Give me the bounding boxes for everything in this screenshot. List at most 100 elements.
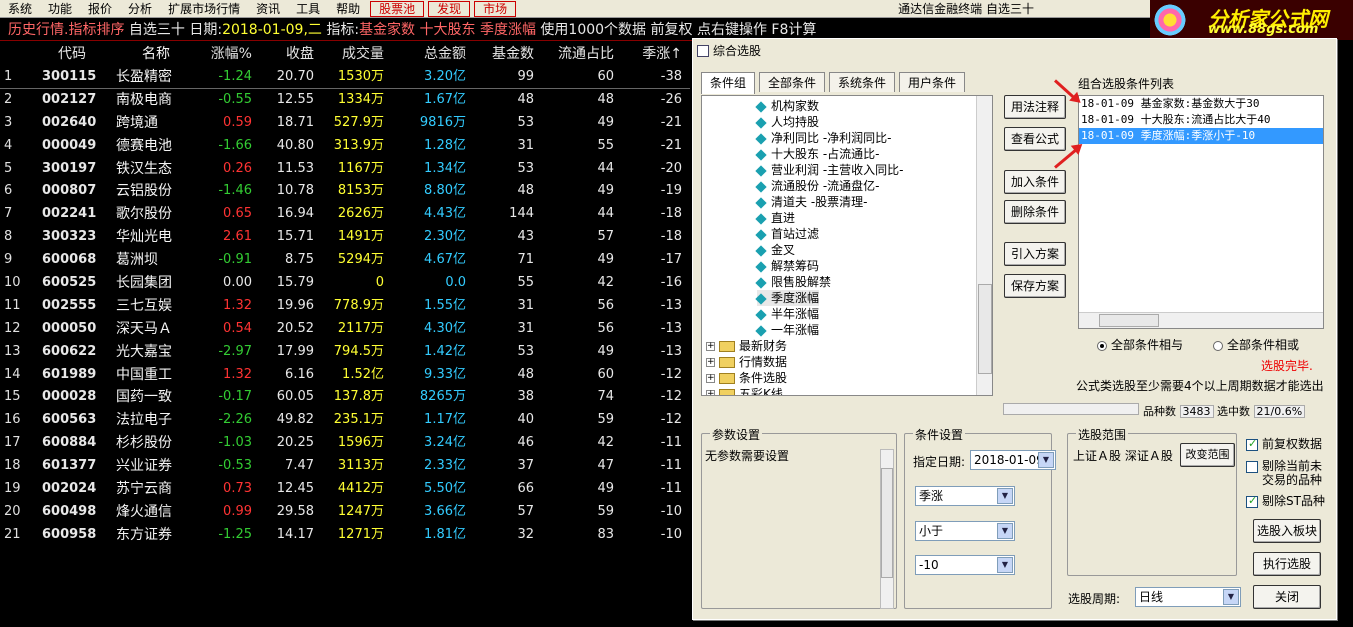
chevron-down-icon[interactable]: ▼ [997,557,1013,573]
condition-item[interactable]: 18-01-09 十大股东:流通占比大于40 [1079,112,1323,128]
hscroll-thumb[interactable] [1099,314,1159,327]
tree-folder[interactable]: + 五彩K线 [706,386,783,395]
expand-icon[interactable]: + [706,374,715,383]
tree-condition-item[interactable]: 人均持股 [755,114,819,130]
menu-help[interactable]: 帮助 [328,0,368,18]
import-plan-button[interactable]: 引入方案 [1004,242,1066,266]
delete-condition-button[interactable]: 删除条件 [1004,200,1066,224]
operator-select[interactable]: 小于 ▼ [915,521,1015,541]
expand-icon[interactable]: + [706,342,715,351]
table-row[interactable]: 18 601377 兴业证券 -0.53 7.47 3113万 2.33亿 37 47 -11 [0,455,690,478]
table-row[interactable]: 10 600525 长园集团 0.00 15.79 0 0.0 55 42 -16 [0,272,690,295]
table-row[interactable]: 14 601989 中国重工 1.32 6.16 1.52亿 9.33亿 48 60 -12 [0,364,690,387]
tree-condition-item[interactable]: 解禁筹码 [755,258,819,274]
tree-condition-item[interactable]: 净利同比 -净利润同比- [755,130,891,146]
menu-market[interactable]: 市场 [474,0,517,17]
field-select[interactable]: 季涨 ▼ [915,486,1015,506]
header-volume[interactable]: 成交量 [316,43,384,66]
tab-user-conditions[interactable]: 用户条件 [899,72,966,92]
tree-folder[interactable]: + 行情数据 [706,354,787,370]
header-code[interactable]: 代码 [42,43,102,66]
header-change[interactable]: 涨幅% [196,43,252,66]
table-row[interactable]: 19 002024 苏宁云商 0.73 12.45 4412万 5.50亿 66 49 -11 [0,478,690,501]
tab-all-conditions[interactable]: 全部条件 [759,72,826,92]
table-row[interactable]: 11 002555 三七互娱 1.32 19.96 778.9万 1.55亿 31 56 -13 [0,295,690,318]
header-float-ratio[interactable]: 流通占比 [550,43,614,66]
add-condition-button[interactable]: 加入条件 [1004,170,1066,194]
radio-all-and[interactable]: 全部条件相与 [1097,336,1183,353]
header-close[interactable]: 收盘 [256,43,314,66]
menu-analysis[interactable]: 分析 [120,0,160,18]
tree-condition-item[interactable]: 流通股份 -流通盘亿- [755,178,879,194]
condition-list-hscrollbar[interactable] [1079,312,1323,328]
tree-condition-item[interactable]: 金叉 [755,242,795,258]
tree-condition-item[interactable]: 限售股解禁 [755,274,831,290]
tree-condition-item[interactable]: 清道夫 -股票清理- [755,194,867,210]
menu-extended-market[interactable]: 扩展市场行情 [160,0,248,18]
adjusted-data-checkbox[interactable]: 前复权数据 [1246,435,1322,452]
close-button[interactable]: 关闭 [1253,585,1321,609]
condition-item[interactable]: 18-01-09 基金家数:基金数大于30 [1079,96,1323,112]
tree-condition-item[interactable]: 十大股东 -占流通比- [755,146,879,162]
header-fund-count[interactable]: 基金数 [476,43,534,66]
date-picker[interactable]: 2018-01-09 ▼ [970,450,1056,470]
chevron-down-icon[interactable]: ▼ [1038,452,1054,468]
menu-news[interactable]: 资讯 [248,0,288,18]
execute-button[interactable]: 执行选股 [1253,552,1321,576]
tree-condition-item[interactable]: 直进 [755,210,795,226]
table-row[interactable]: 2 002127 南极电商 -0.55 12.55 1334万 1.67亿 48 48 -26 [0,89,690,112]
chevron-down-icon[interactable]: ▼ [1223,589,1239,605]
period-select[interactable]: 日线 ▼ [1135,587,1241,607]
table-row[interactable]: 7 002241 歌尔股份 0.65 16.94 2626万 4.43亿 144 44 -18 [0,203,690,226]
tree-scroll-thumb[interactable] [978,284,992,374]
table-row[interactable]: 16 600563 法拉电子 -2.26 49.82 235.1万 1.17亿 40 59 -12 [0,409,690,432]
table-row[interactable]: 12 000050 深天马Ａ 0.54 20.52 2117万 4.30亿 31 56 -13 [0,318,690,341]
table-row[interactable]: 1 300115 长盈精密 -1.24 20.70 1530万 3.20亿 99 60 -38 [0,66,690,89]
chevron-down-icon[interactable]: ▼ [997,523,1013,539]
to-block-button[interactable]: 选股入板块 [1253,519,1321,543]
table-row[interactable]: 15 000028 国药一致 -0.17 60.05 137.8万 8265万 38 74 -12 [0,386,690,409]
table-row[interactable]: 5 300197 铁汉生态 0.26 11.53 1167万 1.34亿 53 44 -20 [0,158,690,181]
tree-condition-item[interactable]: 机构家数 [755,98,819,114]
condition-item-selected[interactable]: 18-01-09 季度涨幅:季涨小于-10 [1079,128,1323,144]
param-scroll-thumb[interactable] [881,468,893,578]
menu-stock-pool[interactable]: 股票池 [370,0,425,17]
expand-icon[interactable]: + [706,390,715,395]
table-row[interactable]: 20 600498 烽火通信 0.99 29.58 1247万 3.66亿 57 59 -10 [0,501,690,524]
dialog-titlebar[interactable]: 综合选股 [693,39,1336,63]
tab-system-conditions[interactable]: 系统条件 [829,72,896,92]
header-name[interactable]: 名称 [116,43,196,66]
radio-all-or[interactable]: 全部条件相或 [1213,336,1299,353]
exclude-st-checkbox[interactable]: 剔除ST品种 [1246,492,1325,509]
save-plan-button[interactable]: 保存方案 [1004,274,1066,298]
tree-condition-item[interactable]: 季度涨幅 [755,290,820,306]
tree-scrollbar[interactable] [976,96,992,395]
change-range-button[interactable]: 改变范围 [1180,443,1235,467]
menu-system[interactable]: 系统 [0,0,40,18]
condition-tree[interactable]: 机构家数 人均持股 净利同比 -净利润同比- 十大股东 -占流通比- 营业利润 -主营收… [701,95,993,396]
table-row[interactable]: 13 600622 光大嘉宝 -2.97 17.99 794.5万 1.42亿 53 49 -13 [0,341,690,364]
tree-condition-item[interactable]: 营业利润 -主营收入同比- [755,162,903,178]
tree-condition-item[interactable]: 半年涨幅 [755,306,819,322]
expand-icon[interactable]: + [706,358,715,367]
tree-condition-item[interactable]: 首站过滤 [755,226,819,242]
table-row[interactable]: 6 000807 云铝股份 -1.46 10.78 8153万 8.80亿 48 49 -19 [0,180,690,203]
tree-folder[interactable]: + 最新财务 [706,338,787,354]
menu-tools[interactable]: 工具 [288,0,328,18]
chevron-down-icon[interactable]: ▼ [997,488,1013,504]
menu-function[interactable]: 功能 [40,0,80,18]
menu-quote[interactable]: 报价 [80,0,120,18]
table-row[interactable]: 17 600884 杉杉股份 -1.03 20.25 1596万 3.24亿 46 42 -11 [0,432,690,455]
table-row[interactable]: 8 300323 华灿光电 2.61 15.71 1491万 2.30亿 43 57 -18 [0,226,690,249]
tree-condition-item[interactable]: 一年涨幅 [755,322,819,338]
usage-button[interactable]: 用法注释 [1004,95,1066,119]
tree-folder[interactable]: + 条件选股 [706,370,787,386]
view-formula-button[interactable]: 查看公式 [1004,127,1066,151]
menu-discover[interactable]: 发现 [428,0,471,17]
tab-condition-group[interactable]: 条件组 [701,72,756,94]
table-row[interactable]: 21 600958 东方证券 -1.25 14.17 1271万 1.81亿 32 83 -10 [0,524,690,547]
param-scrollbar[interactable] [880,449,894,609]
condition-list[interactable]: 18-01-09 基金家数:基金数大于30 18-01-09 十大股东:流通占比… [1078,95,1324,329]
table-row[interactable]: 9 600068 葛洲坝 -0.91 8.75 5294万 4.67亿 71 49 -17 [0,249,690,272]
value-select[interactable]: -10 ▼ [915,555,1015,575]
